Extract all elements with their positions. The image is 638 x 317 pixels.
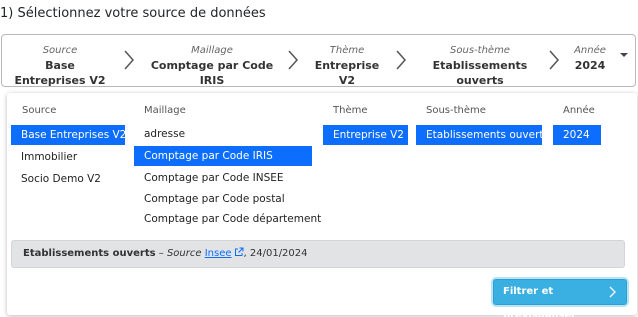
source-breadcrumb-selector[interactable]: Source Base Entreprises V2 Maillage Comp… xyxy=(1,34,636,87)
dataset-info-bar: Etablissements ouverts – Source Insee , 2… xyxy=(11,240,625,268)
option-source-base-entreprises[interactable]: Base Entreprises V2 xyxy=(11,125,126,145)
breadcrumb-source[interactable]: Source Base Entreprises V2 xyxy=(12,44,108,88)
breadcrumb-label: Source xyxy=(42,45,78,56)
breadcrumb-theme[interactable]: Thème Entreprise V2 xyxy=(307,44,387,88)
breadcrumb-annee[interactable]: Année 2024 xyxy=(568,44,612,73)
column-header-theme: Thème xyxy=(333,105,368,116)
breadcrumb-sous-theme[interactable]: Sous-thème Etablissements ouverts xyxy=(415,44,545,88)
column-header-sous-theme: Sous-thème xyxy=(426,105,486,116)
option-source-immobilier[interactable]: Immobilier xyxy=(11,147,125,167)
option-maillage-iris[interactable]: Comptage par Code IRIS xyxy=(134,146,312,166)
filter-preview-label: Filtrer et prévisualiser xyxy=(503,286,577,317)
caret-down-icon[interactable] xyxy=(620,51,628,59)
chevron-right-icon xyxy=(124,50,135,70)
breadcrumb-value: 2024 xyxy=(574,59,606,72)
info-title: Etablissements ouverts xyxy=(23,248,156,259)
page-heading: 1) Sélectionnez votre source de données xyxy=(0,6,266,21)
chevron-right-icon xyxy=(549,50,560,70)
chevron-right-icon xyxy=(288,50,299,70)
breadcrumb-value: Comptage par Code IRIS xyxy=(150,59,274,87)
breadcrumb-value: Base Entreprises V2 xyxy=(14,59,106,87)
breadcrumb-value: Etablissements ouverts xyxy=(432,59,528,87)
breadcrumb-maillage[interactable]: Maillage Comptage par Code IRIS xyxy=(148,44,276,88)
chevron-right-icon xyxy=(609,286,616,298)
column-header-annee: Année xyxy=(563,105,595,116)
external-link-icon[interactable] xyxy=(234,247,244,257)
info-source-prefix: Source xyxy=(166,248,202,259)
source-dropdown-panel: Source Base Entreprises V2 Immobilier So… xyxy=(7,93,637,317)
filter-preview-button[interactable]: Filtrer et prévisualiser xyxy=(493,279,627,317)
breadcrumb-label: Sous-thème xyxy=(450,45,510,56)
option-sous-theme-etablissements[interactable]: Etablissements ouverts xyxy=(416,125,549,145)
info-source-link[interactable]: Insee xyxy=(205,248,232,259)
column-header-source: Source xyxy=(22,105,57,116)
option-theme-entreprise[interactable]: Entreprise V2 xyxy=(323,125,408,145)
info-dash: – xyxy=(158,248,164,259)
breadcrumb-value: Entreprise V2 xyxy=(314,59,380,87)
option-maillage-insee[interactable]: Comptage par Code INSEE xyxy=(134,168,312,188)
info-date: , 24/01/2024 xyxy=(243,248,308,259)
chevron-right-icon xyxy=(396,50,407,70)
option-maillage-adresse[interactable]: adresse xyxy=(134,124,312,144)
option-maillage-departement[interactable]: Comptage par Code département xyxy=(134,209,321,229)
breadcrumb-label: Maillage xyxy=(191,45,233,56)
breadcrumb-label: Thème xyxy=(329,45,365,56)
column-header-maillage: Maillage xyxy=(144,105,186,116)
breadcrumb-label: Année xyxy=(574,45,606,56)
option-source-socio-demo[interactable]: Socio Demo V2 xyxy=(11,169,125,189)
option-maillage-postal[interactable]: Comptage par Code postal xyxy=(134,189,312,209)
option-annee-2024[interactable]: 2024 xyxy=(553,125,601,145)
